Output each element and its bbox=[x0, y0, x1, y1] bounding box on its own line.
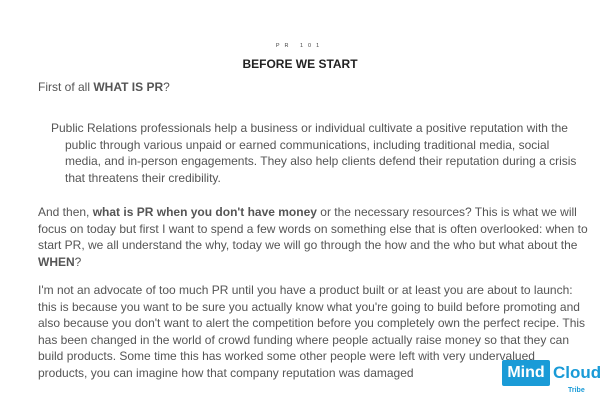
slide-page: PR 101 BEFORE WE START First of all WHAT… bbox=[0, 0, 600, 400]
intro-line: First of all WHAT IS PR? bbox=[38, 80, 170, 94]
pr-definition-quote: Public Relations professionals help a bu… bbox=[51, 120, 577, 186]
paragraph-line: focus on today but first I want to spend… bbox=[38, 221, 588, 236]
paragraph-line: also because you don't want to alert the… bbox=[38, 316, 586, 330]
intro-bold: WHAT IS PR bbox=[93, 80, 164, 94]
logo-tribe: Tribe bbox=[568, 387, 585, 394]
quote-line: Public Relations professionals help a bu… bbox=[51, 121, 568, 135]
intro-suffix: ? bbox=[163, 80, 170, 94]
paragraph-line: has been changed in the world of crowd f… bbox=[38, 332, 569, 347]
p2-prefix: And then, bbox=[38, 205, 93, 219]
quote-line: that threatens their credibility. bbox=[65, 170, 221, 185]
logo-mind: Mind bbox=[502, 360, 550, 386]
quote-line: public through various unpaid or earned … bbox=[65, 137, 550, 152]
logo-cloud: Cloud bbox=[553, 363, 600, 382]
p2-suffix: or the necessary resources? This is what… bbox=[316, 205, 577, 219]
paragraph-line: WHEN? bbox=[38, 254, 583, 271]
mind-cloud-tribe-logo: Mind Cloud Tribe bbox=[502, 354, 600, 398]
paragraph-line: this is because you want to be sure you … bbox=[38, 299, 580, 314]
p2-when-suffix: ? bbox=[74, 254, 82, 269]
intro-prefix: First of all bbox=[38, 80, 94, 94]
p2-bold: what is PR when you don't have money bbox=[92, 205, 317, 219]
slide-kicker: PR 101 bbox=[275, 43, 325, 49]
p2-when-bold: WHEN bbox=[38, 254, 75, 269]
paragraph-line: And then, what is PR when you don't have… bbox=[38, 204, 583, 221]
paragraph-line: I'm not an advocate of too much PR until… bbox=[38, 283, 573, 297]
paragraph-when-no-money: And then, what is PR when you don't have… bbox=[38, 204, 588, 271]
paragraph-line: start PR, we all understand the why, tod… bbox=[38, 238, 578, 252]
slide-title: BEFORE WE START bbox=[242, 57, 358, 71]
quote-line: media, and in-person engagements. They a… bbox=[65, 154, 577, 168]
